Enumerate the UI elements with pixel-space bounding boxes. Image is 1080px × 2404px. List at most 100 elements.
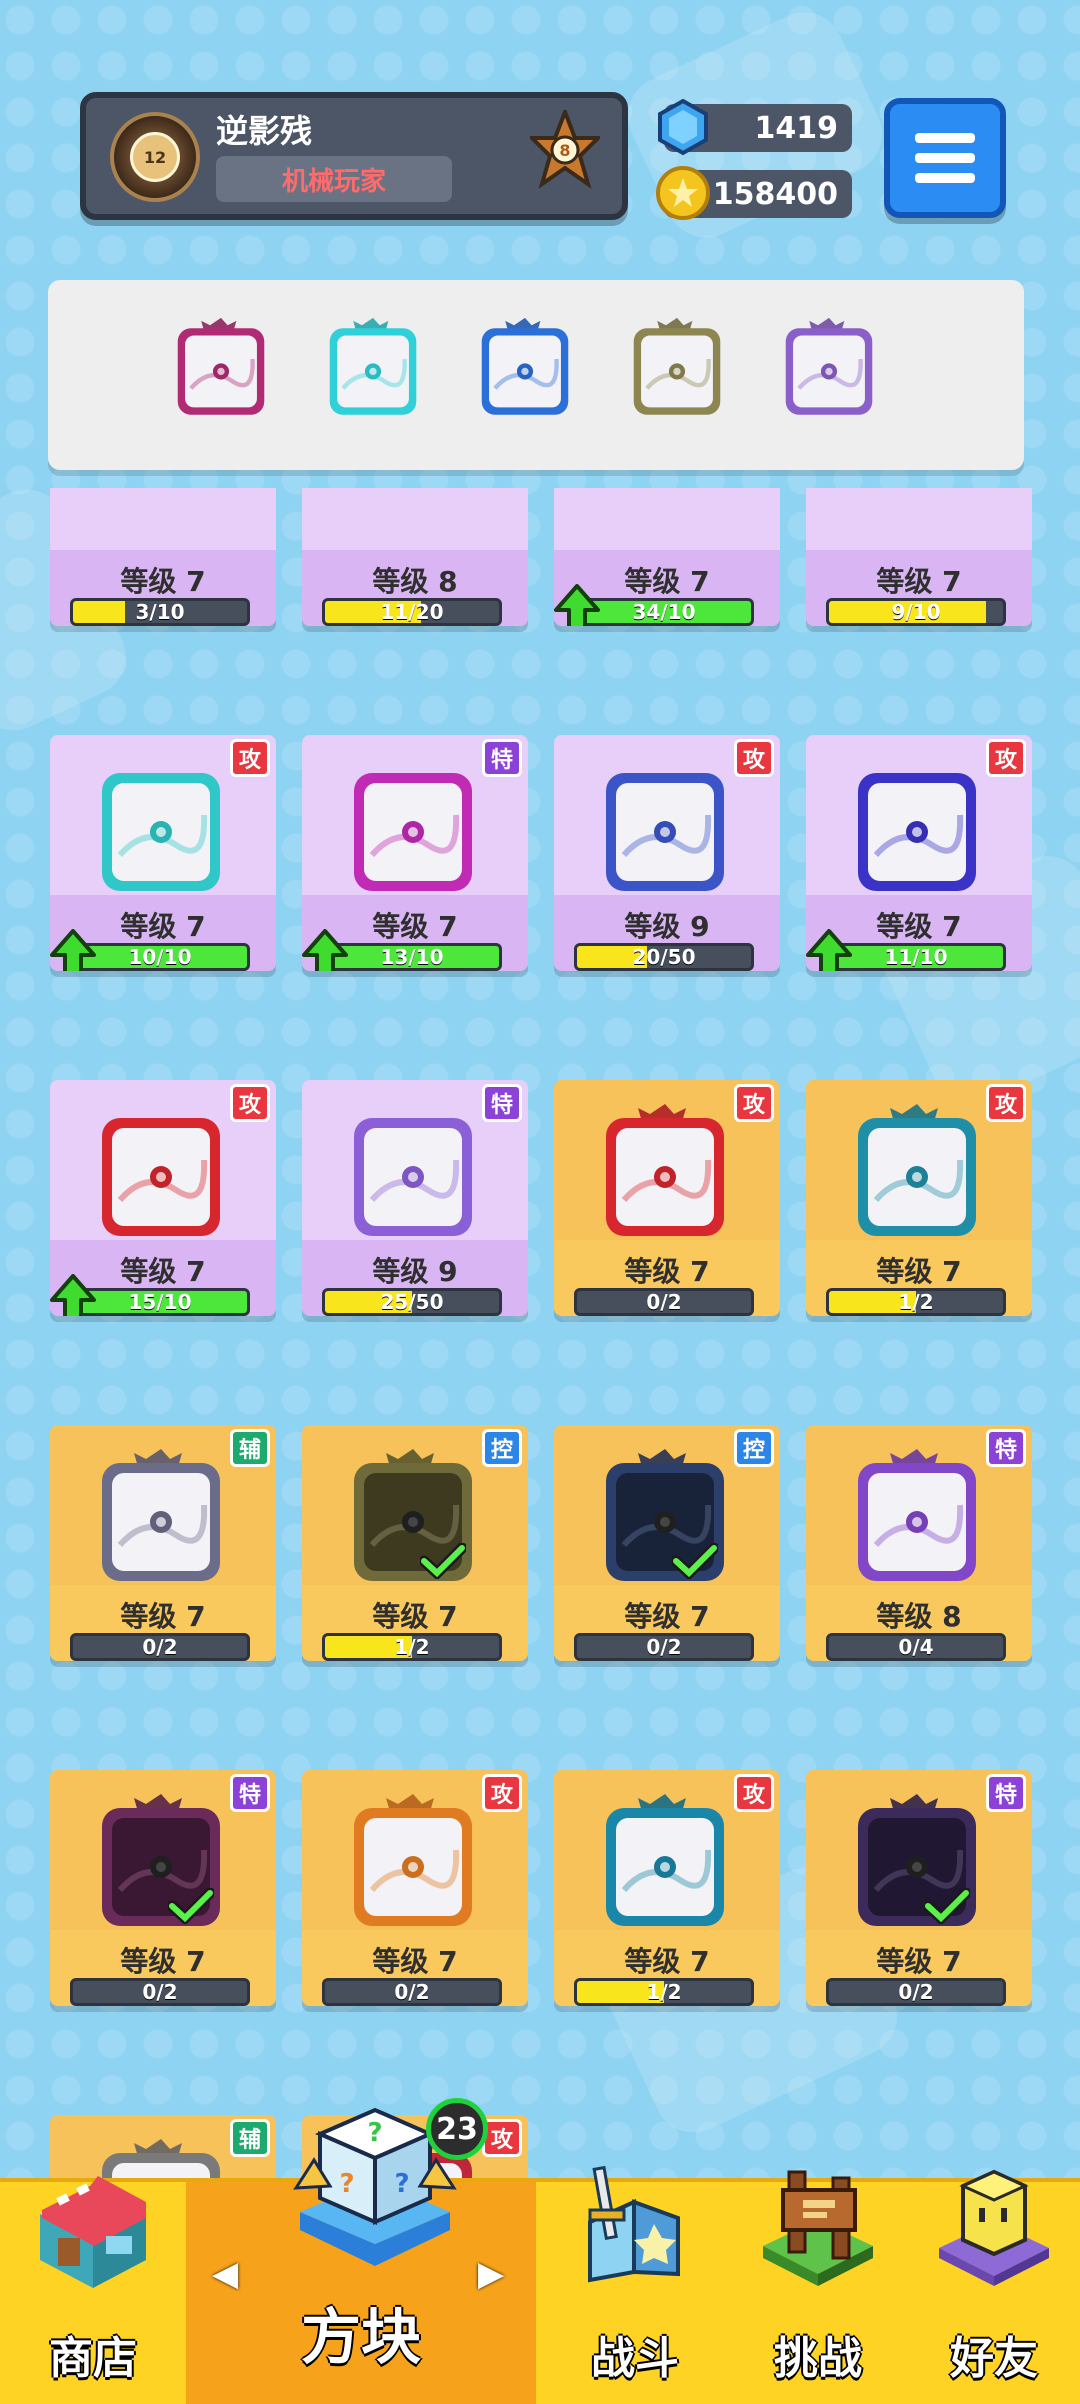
dice-card[interactable]: 攻等级 7 1/2: [806, 1080, 1032, 1316]
dice-card[interactable]: 辅等级 7 0/2: [50, 1425, 276, 1661]
dice-card[interactable]: 控等级 7 1/2: [302, 1425, 528, 1661]
menu-button[interactable]: [884, 98, 1006, 218]
card-progress-bar: 3/10: [70, 598, 250, 626]
progress-text: 0/2: [646, 1290, 682, 1314]
upgrade-arrow-icon[interactable]: [302, 929, 348, 971]
player-profile-panel[interactable]: 12 逆影残 机械玩家 8: [80, 92, 628, 220]
card-progress-bar: 1/2: [826, 1288, 1006, 1316]
energy-dice-icon: [842, 755, 992, 905]
card-level-area: 等级 7 11/10: [806, 895, 1032, 971]
card-level: 等级 7: [120, 565, 206, 598]
card-progress-bar: 34/10: [574, 598, 754, 626]
wind-dice-icon[interactable]: [318, 310, 428, 430]
nav-shop[interactable]: 商店: [0, 2176, 186, 2404]
svg-text:?: ?: [367, 2118, 382, 2148]
nav-challenge[interactable]: 挑战: [728, 2170, 908, 2404]
card-progress-bar: 0/4: [826, 1633, 1006, 1661]
menu-icon: [915, 133, 975, 143]
progress-text: 0/4: [898, 1635, 934, 1659]
dice-card[interactable]: 攻等级 7 0/2: [554, 1080, 780, 1316]
card-level: 等级 7: [624, 1600, 710, 1633]
dice-count-badge: 23: [426, 2098, 488, 2160]
card-art-area: [554, 488, 780, 550]
dice-card[interactable]: 等级 7 34/10: [554, 488, 780, 626]
svg-text:?: ?: [339, 2169, 354, 2199]
prev-arrow-icon[interactable]: ◀: [212, 2254, 238, 2294]
upgrade-arrow-icon[interactable]: [50, 929, 96, 971]
progress-text: 9/10: [891, 600, 941, 624]
card-level-area: 等级 8 0/4: [806, 1585, 1032, 1661]
player-avatar[interactable]: 12: [110, 112, 200, 202]
coin-counter[interactable]: 158400: [656, 166, 852, 220]
dice-card[interactable]: 等级 7 3/10: [50, 488, 276, 626]
equipped-check-icon: [166, 1887, 216, 1926]
next-arrow-icon[interactable]: ▶: [478, 2254, 504, 2294]
card-level: 等级 7: [372, 1600, 458, 1633]
rank-star-icon[interactable]: 8: [530, 110, 600, 200]
nav-dice-label: 方块: [301, 2303, 421, 2373]
friends-icon: [939, 2169, 1049, 2286]
gem-amount: 1419: [754, 110, 839, 146]
dice-card[interactable]: 等级 8 11/20: [302, 488, 528, 626]
dice-type-badge: 辅: [230, 2119, 270, 2157]
card-level-area: 等级 7 1/2: [806, 1240, 1032, 1316]
card-level-area: 等级 9 20/50: [554, 895, 780, 971]
player-title: 机械玩家: [216, 156, 452, 202]
dice-card[interactable]: 特等级 7 0/2: [50, 1770, 276, 2006]
card-progress-bar: 0/2: [826, 1978, 1006, 2006]
card-level: 等级 8: [876, 1600, 962, 1633]
dice-card[interactable]: 攻等级 7 10/10: [50, 735, 276, 971]
equipped-deck: [48, 280, 1024, 470]
upgrade-arrow-icon[interactable]: [806, 929, 852, 971]
card-progress-bar: 10/10: [70, 943, 250, 971]
gem-icon: [658, 98, 708, 156]
dice-type-badge: 攻: [986, 739, 1026, 777]
dice-type-badge: 控: [482, 1429, 522, 1467]
shark-dice-icon: [86, 1445, 236, 1595]
progress-text: 1/2: [898, 1290, 934, 1314]
void-dice-icon[interactable]: [774, 310, 884, 430]
dice-type-badge: 攻: [734, 739, 774, 777]
dice-card[interactable]: 特等级 8 0/4: [806, 1425, 1032, 1661]
dice-card[interactable]: 特等级 7 0/2: [806, 1770, 1032, 2006]
crossbow-dice-icon[interactable]: [166, 310, 276, 430]
gun-dragon-dice-icon: [338, 1790, 488, 1940]
card-progress-bar: 9/10: [826, 598, 1006, 626]
dice-type-badge: 攻: [482, 1774, 522, 1812]
progress-text: 11/20: [380, 600, 444, 624]
shield-dice-icon[interactable]: [622, 310, 732, 430]
dice-card[interactable]: 攻等级 7 0/2: [302, 1770, 528, 2006]
dice-card[interactable]: 特等级 7 13/10: [302, 735, 528, 971]
dice-card[interactable]: 攻等级 7 11/10: [806, 735, 1032, 971]
card-progress-bar: 15/10: [70, 1288, 250, 1316]
progress-text: 1/2: [646, 1980, 682, 2004]
dice-card[interactable]: 控等级 7 0/2: [554, 1425, 780, 1661]
upgrade-arrow-icon[interactable]: [554, 584, 600, 626]
dice-card[interactable]: 攻等级 9 20/50: [554, 735, 780, 971]
dice-collection-grid: 等级 7 3/10 等级 8 11/20 等级 7 34/10 等级 7 9/10 攻等级 7…: [0, 488, 1080, 2178]
dice-card[interactable]: 攻等级 7 15/10: [50, 1080, 276, 1316]
card-level: 等级 7: [624, 1255, 710, 1288]
gem-counter[interactable]: 1419: [658, 98, 852, 156]
progress-text: 1/2: [394, 1635, 430, 1659]
dice-type-badge: 特: [986, 1429, 1026, 1467]
player-name: 逆影残: [216, 112, 313, 150]
svg-text:?: ?: [394, 2169, 409, 2199]
ice-dice-icon[interactable]: [470, 310, 580, 430]
progress-text: 0/2: [394, 1980, 430, 2004]
dice-card[interactable]: 攻等级 7 1/2: [554, 1770, 780, 2006]
void-dragon-dice-icon: [842, 1445, 992, 1595]
card-level: 等级 7: [876, 1255, 962, 1288]
card-level-area: 等级 7 0/2: [806, 1930, 1032, 2006]
upgrade-arrow-icon[interactable]: [50, 1274, 96, 1316]
dice-card[interactable]: 等级 7 9/10: [806, 488, 1032, 626]
dice-card[interactable]: 特等级 9 25/50: [302, 1080, 528, 1316]
coin-icon: [656, 166, 710, 220]
card-level-area: 等级 7 0/2: [50, 1930, 276, 2006]
battle-icon: [588, 2165, 680, 2283]
card-level-area: 等级 9 25/50: [302, 1240, 528, 1316]
nav-battle[interactable]: 战斗: [560, 2165, 710, 2404]
wind-dragon-dice-icon: [842, 1100, 992, 1250]
card-progress-bar: 13/10: [322, 943, 502, 971]
nav-friends[interactable]: 好友: [908, 2169, 1080, 2404]
